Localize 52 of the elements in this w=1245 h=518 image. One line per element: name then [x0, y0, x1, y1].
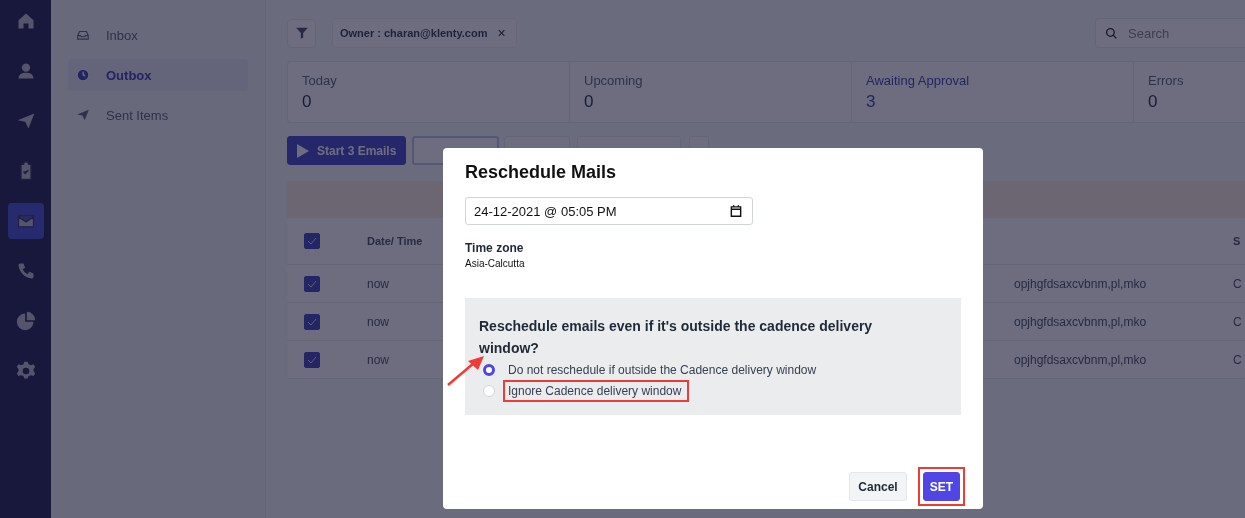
annotation-arrow — [446, 355, 486, 387]
check-icon — [307, 316, 317, 327]
column-header: S — [1233, 235, 1242, 247]
dialog-title: Reschedule Mails — [465, 162, 618, 183]
column-header: Date/ Time — [367, 235, 424, 247]
table-cell: opjhgfdsaxcvbnm,pl,mko — [1014, 314, 1147, 329]
cancel-button[interactable]: Cancel — [849, 472, 907, 501]
nav-rail-item[interactable] — [7, 203, 44, 239]
table-cell: opjhgfdsaxcvbnm,pl,mko — [1014, 276, 1147, 291]
table-cell-text: now — [367, 276, 390, 291]
table-cell: opjhgfdsaxcvbnm,pl,mko — [1014, 352, 1147, 367]
sidebar-item[interactable]: Outbox — [68, 59, 248, 91]
select-all-checkbox[interactable] — [304, 233, 320, 249]
check-icon — [307, 236, 317, 246]
set-button[interactable]: SET — [922, 472, 960, 501]
radio-button[interactable] — [483, 363, 495, 376]
clock-icon — [76, 68, 90, 82]
row-checkbox[interactable] — [304, 351, 320, 368]
settings-icon — [15, 361, 36, 381]
inbox-icon — [76, 28, 90, 42]
pie-chart-icon — [15, 311, 36, 331]
table-cell-text: C — [1233, 314, 1243, 329]
check-icon — [307, 354, 317, 365]
question-text: Reschedule emails even if it's outside the cadence delivery window? — [479, 317, 874, 358]
row-checkbox[interactable] — [304, 313, 320, 330]
option-label[interactable]: Ignore Cadence delivery window — [503, 379, 690, 402]
user-icon — [15, 61, 36, 81]
date-time-field[interactable]: 24-12-2021 @ 05:05 PM — [465, 197, 753, 225]
table-cell-text: now — [367, 314, 390, 329]
play-icon — [297, 143, 309, 158]
start-emails-button[interactable]: Start 3 Emails — [287, 136, 407, 165]
stat-tab[interactable]: Upcoming 0 — [570, 62, 852, 122]
stat-tab[interactable]: Today 0 — [288, 62, 570, 122]
option-label[interactable]: Do not reschedule if outside the Cadence delivery window — [503, 358, 825, 381]
table-cell-text: C — [1233, 352, 1243, 367]
paper-plane-icon — [76, 108, 90, 122]
remove-filter-button[interactable]: × — [497, 25, 506, 41]
calendar-icon — [729, 204, 743, 218]
check-icon — [307, 278, 317, 289]
row-checkbox[interactable] — [304, 275, 320, 292]
table-cell-text: C — [1233, 276, 1243, 291]
sidebar-item[interactable]: Sent Items — [68, 99, 248, 131]
sidebar-item[interactable]: Inbox — [68, 19, 248, 51]
filter-icon — [294, 26, 309, 40]
filter-button[interactable] — [287, 18, 316, 48]
timezone-label: Time zone — [465, 241, 525, 255]
stat-tab[interactable]: Errors 0 — [1134, 62, 1245, 122]
timezone-value: Asia-Calcutta — [465, 258, 526, 269]
filter-chip-label: Owner : charan@klenty.com — [340, 27, 488, 39]
search-icon — [1105, 26, 1118, 40]
table-cell-text: now — [367, 352, 390, 367]
stat-tab[interactable]: Awaiting Approval 3 — [852, 62, 1134, 122]
